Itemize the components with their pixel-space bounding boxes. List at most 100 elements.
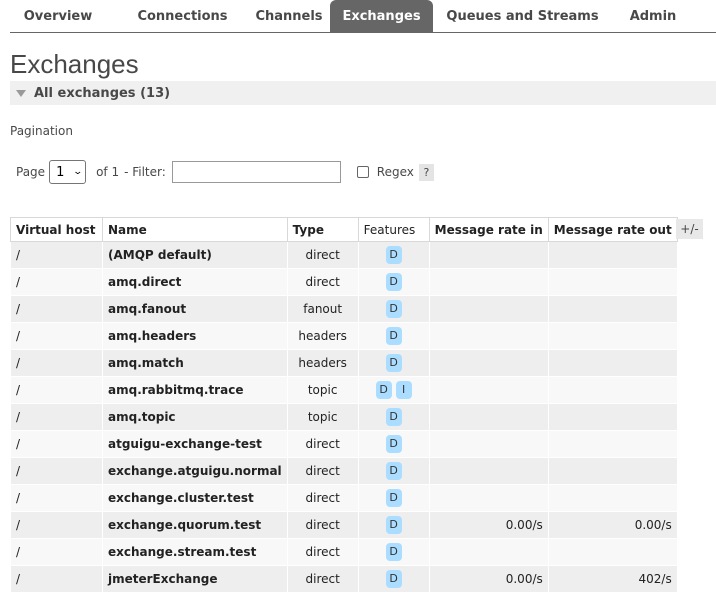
cell-rate-in — [428, 538, 549, 566]
cell-rate-in — [428, 376, 549, 404]
page-select-value: 1 — [56, 164, 65, 180]
regex-checkbox[interactable] — [356, 166, 369, 178]
cell-vhost: / — [10, 484, 103, 512]
feature-badge: D — [385, 300, 402, 318]
chevron-down-icon: ⌄ — [72, 167, 83, 177]
exchange-name-link[interactable]: amq.headers — [102, 322, 288, 350]
feature-badge: D — [385, 462, 402, 480]
exchange-name-link[interactable]: amq.topic — [102, 403, 288, 431]
column-header-features: Features — [357, 217, 430, 242]
tab-queues-and-streams[interactable]: Queues and Streams — [441, 0, 604, 32]
cell-rate-in: 0.00/s — [428, 565, 549, 593]
regex-label: Regex — [376, 165, 414, 179]
cell-type: direct — [286, 457, 359, 485]
exchange-name-link[interactable]: atguigu-exchange-test — [102, 430, 288, 458]
table-row: / (AMQP default) direct D — [10, 241, 678, 269]
exchanges-table: Virtual host Name Type Features Message … — [10, 217, 678, 593]
cell-vhost: / — [10, 295, 103, 323]
filter-label: - Filter: — [124, 165, 166, 179]
tab-exchanges[interactable]: Exchanges — [330, 0, 433, 32]
table-row: / amq.match headers D — [10, 349, 678, 377]
cell-features: D — [357, 241, 430, 269]
page-title: Exchanges — [10, 49, 139, 79]
cell-rate-in — [428, 457, 549, 485]
tab-overview[interactable]: Overview — [10, 0, 106, 32]
feature-badge: D — [385, 327, 402, 345]
feature-badge: D — [385, 516, 402, 534]
feature-badge: I — [395, 381, 412, 399]
exchange-name-link[interactable]: exchange.stream.test — [102, 538, 288, 566]
feature-badge: D — [375, 381, 392, 399]
cell-rate-in — [428, 403, 549, 431]
cell-features: D — [357, 268, 430, 296]
page-count: of 1 — [96, 165, 120, 179]
feature-badge: D — [385, 570, 402, 588]
column-header-rate-in[interactable]: Message rate in — [428, 217, 549, 242]
cell-vhost: / — [10, 322, 103, 350]
cell-rate-out: 402/s — [547, 565, 678, 593]
cell-rate-out — [547, 295, 678, 323]
column-header-type[interactable]: Type — [286, 217, 359, 242]
cell-vhost: / — [10, 457, 103, 485]
all-exchanges-section-toggle[interactable]: All exchanges (13) — [10, 81, 716, 105]
cell-features: D — [357, 349, 430, 377]
exchange-name-link[interactable]: exchange.atguigu.normal — [102, 457, 288, 485]
exchange-name-link[interactable]: exchange.cluster.test — [102, 484, 288, 512]
cell-rate-out — [547, 322, 678, 350]
tab-channels[interactable]: Channels — [234, 0, 344, 32]
cell-type: direct — [286, 565, 359, 593]
table-row: / amq.topic topic D — [10, 403, 678, 431]
cell-rate-out — [547, 457, 678, 485]
help-icon[interactable]: ? — [418, 163, 434, 181]
column-header-name[interactable]: Name — [102, 217, 288, 242]
section-title: All exchanges (13) — [34, 85, 171, 101]
exchange-name-link[interactable]: (AMQP default) — [102, 241, 288, 269]
exchange-name-link[interactable]: exchange.quorum.test — [102, 511, 288, 539]
tab-connections[interactable]: Connections — [114, 0, 251, 32]
exchange-name-link[interactable]: amq.rabbitmq.trace — [102, 376, 288, 404]
page-label: Page — [16, 165, 46, 179]
page-select[interactable]: 1 ⌄ — [49, 160, 87, 184]
cell-features: D — [357, 457, 430, 485]
cell-rate-out — [547, 268, 678, 296]
cell-rate-out — [547, 349, 678, 377]
column-header-vhost[interactable]: Virtual host — [10, 217, 103, 242]
feature-badge: D — [385, 273, 402, 291]
cell-features: D — [357, 430, 430, 458]
table-row: / atguigu-exchange-test direct D — [10, 430, 678, 458]
cell-rate-in — [428, 322, 549, 350]
cell-features: D — [357, 538, 430, 566]
cell-rate-out — [547, 484, 678, 512]
cell-rate-out — [547, 403, 678, 431]
cell-vhost: / — [10, 268, 103, 296]
table-row: / exchange.stream.test direct D — [10, 538, 678, 566]
exchange-name-link[interactable]: jmeterExchange — [102, 565, 288, 593]
tab-admin[interactable]: Admin — [616, 0, 690, 32]
cell-type: topic — [286, 403, 359, 431]
cell-type: topic — [286, 376, 359, 404]
exchange-name-link[interactable]: amq.match — [102, 349, 288, 377]
table-row: / amq.headers headers D — [10, 322, 678, 350]
exchange-name-link[interactable]: amq.direct — [102, 268, 288, 296]
cell-type: direct — [286, 538, 359, 566]
cell-rate-in — [428, 268, 549, 296]
cell-type: direct — [286, 268, 359, 296]
cell-rate-out: 0.00/s — [547, 511, 678, 539]
cell-rate-out — [547, 376, 678, 404]
filter-input[interactable] — [171, 161, 341, 183]
cell-vhost: / — [10, 403, 103, 431]
cell-rate-out — [547, 538, 678, 566]
cell-type: direct — [286, 430, 359, 458]
table-row: / exchange.quorum.test direct D 0.00/s 0.00/s — [10, 511, 678, 539]
column-header-rate-out[interactable]: Message rate out — [547, 217, 678, 242]
feature-badge: D — [385, 489, 402, 507]
cell-vhost: / — [10, 376, 103, 404]
cell-type: direct — [286, 241, 359, 269]
toggle-columns-button[interactable]: +/- — [676, 219, 703, 239]
exchange-name-link[interactable]: amq.fanout — [102, 295, 288, 323]
feature-badge: D — [385, 543, 402, 561]
cell-type: headers — [286, 349, 359, 377]
cell-type: fanout — [286, 295, 359, 323]
cell-rate-out — [547, 430, 678, 458]
cell-rate-out — [547, 241, 678, 269]
